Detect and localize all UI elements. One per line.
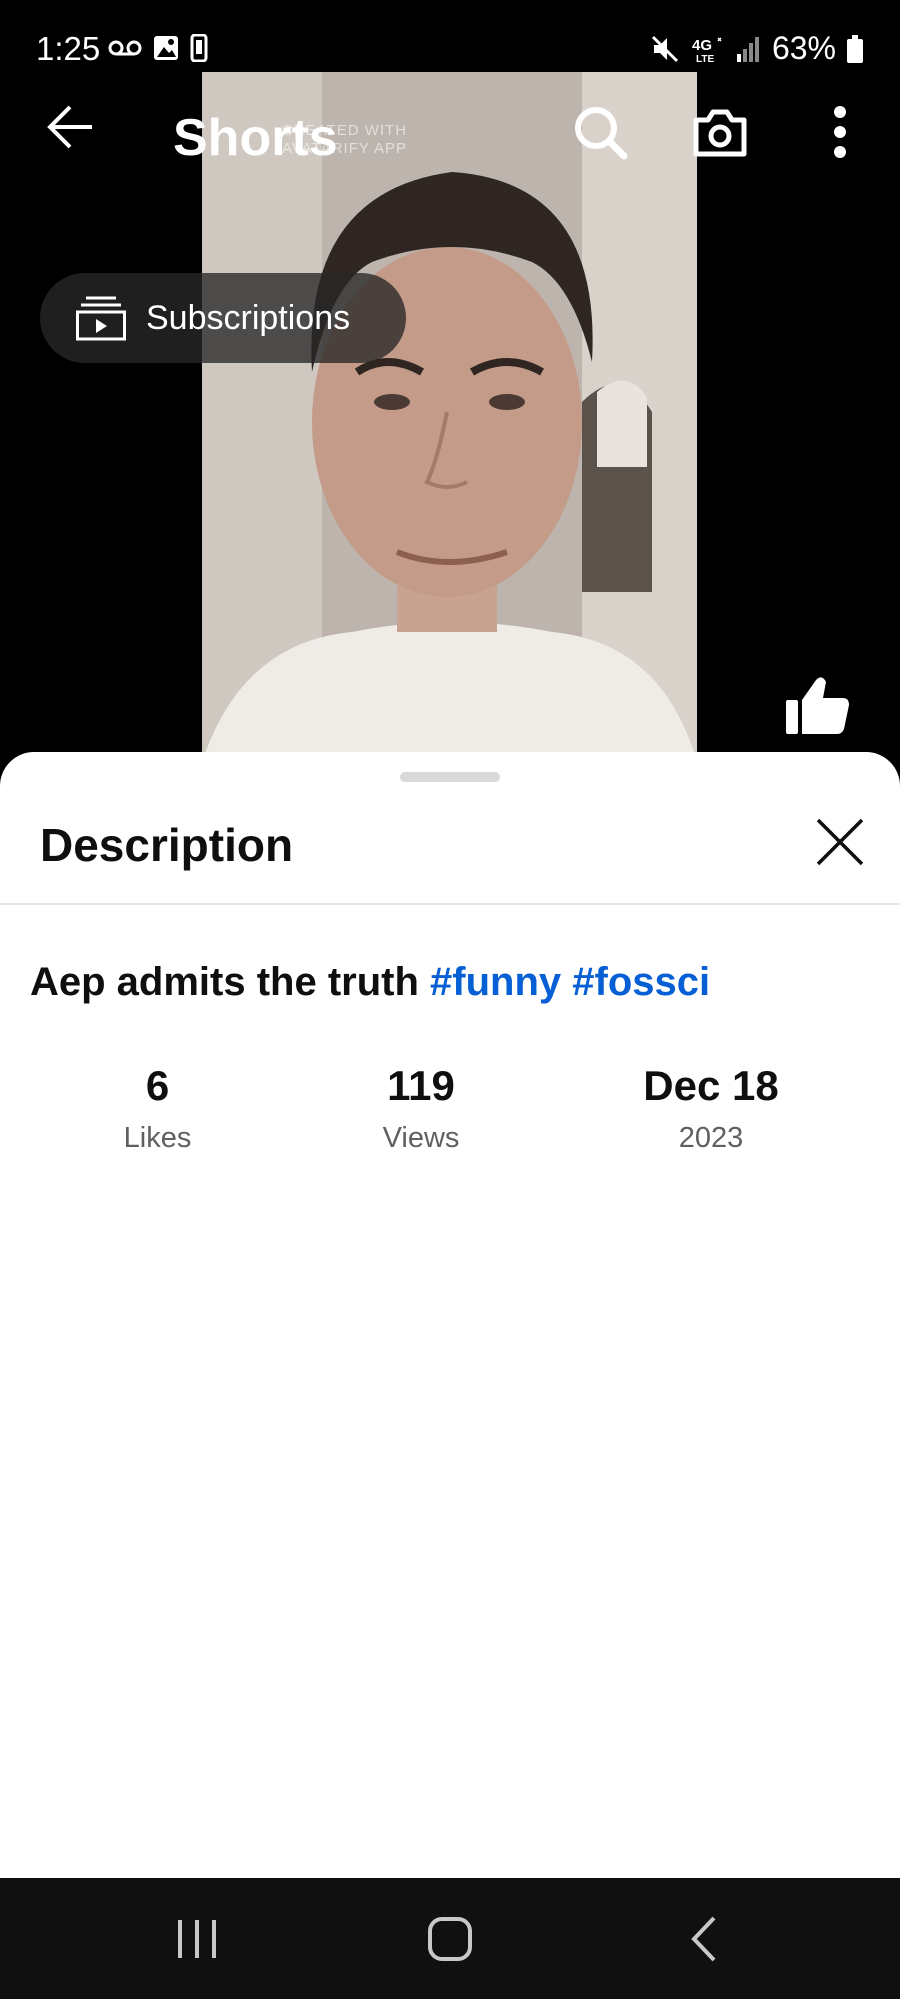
thumbs-up-icon[interactable] xyxy=(784,672,850,738)
image-icon xyxy=(154,36,178,60)
more-options-icon[interactable] xyxy=(820,102,860,162)
system-nav-bar xyxy=(0,1878,900,1999)
voicemail-icon xyxy=(108,40,142,56)
recent-apps-icon[interactable] xyxy=(172,1916,222,1962)
hashtag-link[interactable]: #funny xyxy=(430,960,561,1004)
date-stat: Dec 18 2023 xyxy=(620,1062,802,1155)
home-icon[interactable] xyxy=(425,1914,475,1964)
views-label: Views xyxy=(382,1122,460,1154)
hashtag-link[interactable]: #fossci xyxy=(572,960,710,1004)
status-time: 1:25 xyxy=(36,30,101,67)
status-left-icons xyxy=(108,34,208,62)
phone-icon xyxy=(190,34,208,62)
page-title: Shorts xyxy=(173,109,338,167)
description-sheet: Description Aep admits the truth #funny … xyxy=(0,752,900,1878)
search-icon[interactable] xyxy=(570,102,630,162)
subscriptions-label: Subscriptions xyxy=(146,298,351,337)
4g-lte-icon: 4GLTE xyxy=(692,37,722,64)
likes-label: Likes xyxy=(123,1122,192,1154)
subscriptions-icon xyxy=(76,296,126,341)
sheet-divider xyxy=(0,903,900,905)
camera-icon[interactable] xyxy=(690,102,750,162)
close-icon[interactable] xyxy=(812,814,868,870)
nav-back-icon[interactable] xyxy=(688,1914,718,1964)
signal-icon xyxy=(736,36,759,62)
status-bar: 1:25 4G LTE 63% xyxy=(0,0,900,72)
description-text: Aep admits the truth xyxy=(30,960,419,1004)
svg-text:LTE: LTE xyxy=(696,54,714,64)
battery-icon xyxy=(847,34,863,63)
upload-year: 2023 xyxy=(678,1122,744,1154)
likes-count: 6 xyxy=(145,1062,170,1109)
sheet-title: Description xyxy=(40,819,294,871)
views-stat: 119 Views xyxy=(350,1062,492,1155)
shorts-header: Shorts xyxy=(0,72,900,192)
subscriptions-chip[interactable]: Subscriptions xyxy=(40,273,406,363)
video-description: Aep admits the truth #funny #fossci xyxy=(30,960,710,1005)
status-right: 4G LTE 63% xyxy=(650,30,864,67)
svg-text:4G: 4G xyxy=(692,37,712,54)
likes-stat: 6 Likes xyxy=(90,1062,225,1155)
back-arrow-icon[interactable] xyxy=(44,100,98,154)
views-count: 119 xyxy=(387,1062,455,1109)
battery-percent: 63% xyxy=(771,30,836,66)
upload-date: Dec 18 xyxy=(643,1062,779,1109)
drag-handle[interactable] xyxy=(400,772,500,782)
mute-icon xyxy=(651,35,679,62)
